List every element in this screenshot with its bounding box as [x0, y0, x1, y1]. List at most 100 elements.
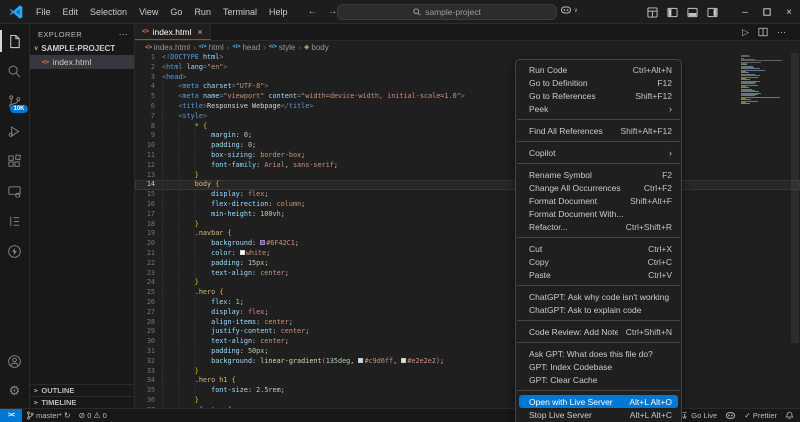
context-menu-item-open-with-live-server[interactable]: Open with Live Server Alt+L Alt+O [519, 395, 678, 408]
breadcrumb-body[interactable]: ◈ body [304, 43, 329, 52]
code-line[interactable]: 23 text-align: center; [135, 268, 800, 279]
context-menu-item-stop-live-server[interactable]: Stop Live Server Alt+L Alt+C [516, 408, 681, 421]
thunder-client-icon[interactable] [0, 236, 30, 266]
more-actions-icon[interactable]: ⋯ [777, 27, 786, 38]
maximize-button[interactable] [756, 0, 778, 24]
editor-scrollbar[interactable] [790, 53, 800, 408]
context-menu-item-gpt-clear-cache[interactable]: GPT: Clear Cache [516, 373, 681, 386]
code-line[interactable]: 29 justify-content: center; [135, 327, 800, 337]
context-menu-item-copy[interactable]: Copy Ctrl+C [516, 255, 681, 268]
code-line[interactable]: 13 } [135, 170, 800, 181]
run-and-debug-icon[interactable] [0, 116, 30, 146]
problems-item[interactable]: ⊘ 0 ⚠ 0 [75, 411, 111, 420]
context-menu-item-run-code[interactable]: Run Code Ctrl+Alt+N [516, 63, 681, 76]
code-line[interactable]: 2 <html lang="en"> [135, 63, 800, 73]
code-line[interactable]: 30 text-align: center; [135, 337, 800, 347]
code-line[interactable]: 34 .hero h1 { [135, 376, 800, 386]
code-line[interactable]: 11 box-sizing: border-box; [135, 150, 800, 161]
git-branch-item[interactable]: master* ↻ [22, 411, 75, 420]
code-line[interactable]: 28 align-items: center; [135, 317, 800, 328]
search-view-icon[interactable] [0, 56, 30, 86]
code-line[interactable]: 7 <style> [135, 111, 800, 122]
code-line[interactable]: 9 margin: 0; [135, 131, 800, 141]
split-editor-icon[interactable] [758, 27, 768, 37]
context-menu-item-go-to-references[interactable]: Go to References Shift+F12 [516, 89, 681, 102]
code-line[interactable]: 27 display: flex; [135, 307, 800, 318]
code-line[interactable]: 20 background: #6F42C1; [135, 239, 800, 249]
notifications-item[interactable] [781, 411, 800, 420]
code-line[interactable]: 3 <head> [135, 73, 800, 83]
code-line[interactable]: 6 <title>Responsive Webpage</title> [135, 101, 800, 112]
copilot-menu-button[interactable]: ∨ [560, 4, 578, 16]
code-line[interactable]: 16 flex-direction: column; [135, 199, 800, 210]
copilot-status-item[interactable] [721, 410, 740, 421]
context-menu-item-ask-gpt-what-does-this-file-do[interactable]: Ask GPT: What does this file do? [516, 347, 681, 360]
context-menu-item-find-all-references[interactable]: Find All References Shift+Alt+F12 [516, 124, 681, 137]
customize-layout-icon[interactable] [647, 6, 658, 18]
breadcrumb-style[interactable]: </> style [269, 43, 295, 52]
tab-index-html[interactable]: <> index.html × [135, 24, 211, 40]
close-button[interactable]: × [778, 0, 800, 24]
code-line[interactable]: 36 } [135, 395, 800, 406]
context-menu-item-go-to-definition[interactable]: Go to Definition F12 [516, 76, 681, 89]
section-outline[interactable]: ∨ OUTLINE [30, 384, 134, 396]
code-line[interactable]: 1 <!DOCTYPE html> [135, 53, 800, 63]
remote-explorer-icon[interactable] [0, 176, 30, 206]
context-menu-item-change-all-occurrences[interactable]: Change All Occurrences Ctrl+F2 [516, 181, 681, 194]
menu-view[interactable]: View [133, 5, 164, 19]
search-input[interactable]: sample-project [337, 4, 557, 20]
code-line[interactable]: 24 } [135, 278, 800, 288]
context-menu-item-copilot[interactable]: Copilot › [516, 146, 681, 159]
close-tab-icon[interactable]: × [197, 27, 202, 37]
code-line[interactable]: 18 } [135, 219, 800, 230]
menu-help[interactable]: Help [263, 5, 294, 19]
minimap[interactable] [741, 55, 787, 105]
toggle-secondary-sidebar-icon[interactable] [707, 7, 718, 18]
toggle-sidebar-icon[interactable] [667, 7, 678, 18]
breadcrumb-head[interactable]: </> head [232, 43, 260, 52]
code-line[interactable]: 21 color: white; [135, 248, 800, 259]
go-live-item[interactable]: Go Live [676, 411, 721, 420]
toggle-panel-icon[interactable] [687, 7, 698, 18]
formatter-item[interactable]: ✓ Prettier [740, 411, 781, 420]
context-menu-item-paste[interactable]: Paste Ctrl+V [516, 268, 681, 281]
context-menu-item-peek[interactable]: Peek › [516, 102, 681, 115]
extensions-icon[interactable] [0, 146, 30, 176]
code-line[interactable]: 25 .hero { [135, 288, 800, 298]
code-line[interactable]: 19 .navbar { [135, 229, 800, 239]
code-line[interactable]: 12 font-family: Arial, sans-serif; [135, 160, 800, 171]
sidebar-more-actions[interactable]: ⋯ [119, 29, 128, 40]
breadcrumb-html[interactable]: </> html [199, 43, 224, 52]
explorer-icon[interactable] [0, 26, 30, 56]
menu-go[interactable]: Go [164, 5, 188, 19]
project-root-folder[interactable]: ∨ SAMPLE-PROJECT [30, 42, 134, 55]
code-line[interactable]: 17 min-height: 100vh; [135, 209, 800, 220]
context-menu-item-gpt-index-codebase[interactable]: GPT: Index Codebase [516, 360, 681, 373]
source-control-icon[interactable]: 10K [0, 86, 30, 116]
code-line[interactable]: 4 <meta charset="UTF-8"> [135, 82, 800, 92]
remote-indicator[interactable]: >< [0, 408, 22, 422]
outline-list-icon[interactable] [0, 206, 30, 236]
context-menu-item-format-document-with[interactable]: Format Document With... [516, 207, 681, 220]
menu-terminal[interactable]: Terminal [217, 5, 263, 19]
breadcrumb-index.html[interactable]: <> index.html [145, 43, 190, 52]
code-line[interactable]: 22 padding: 15px; [135, 258, 800, 269]
code-line[interactable]: 26 flex: 1; [135, 297, 800, 308]
code-line[interactable]: 15 display: flex; [135, 190, 800, 200]
context-menu-item-cut[interactable]: Cut Ctrl+X [516, 242, 681, 255]
context-menu-item-code-review-add-note[interactable]: Code Review: Add Note Ctrl+Shift+N [516, 325, 681, 338]
code-line[interactable]: 10 padding: 0; [135, 141, 800, 151]
code-line[interactable]: 8 * { [135, 121, 800, 132]
context-menu-item-chatgpt-ask-why-code-isn-t-working[interactable]: ChatGPT: Ask why code isn't working [516, 290, 681, 303]
menu-file[interactable]: File [30, 5, 57, 19]
context-menu-item-format-document[interactable]: Format Document Shift+Alt+F [516, 194, 681, 207]
menu-edit[interactable]: Edit [57, 5, 85, 19]
run-code-icon[interactable]: ▷ [742, 27, 749, 38]
code-line[interactable]: 5 <meta name="viewport" content="width=d… [135, 92, 800, 102]
code-editor[interactable]: 1 <!DOCTYPE html> 2 <html lang="en"> 3 <head>… [135, 53, 800, 408]
section-timeline[interactable]: ∨ TIMELINE [30, 396, 134, 408]
code-line[interactable]: 31 padding: 50px; [135, 346, 800, 357]
context-menu-item-rename-symbol[interactable]: Rename Symbol F2 [516, 168, 681, 181]
context-menu-item-refactor[interactable]: Refactor... Ctrl+Shift+R [516, 220, 681, 233]
code-line[interactable]: 32 background: linear-gradient(135deg, #… [135, 356, 800, 367]
